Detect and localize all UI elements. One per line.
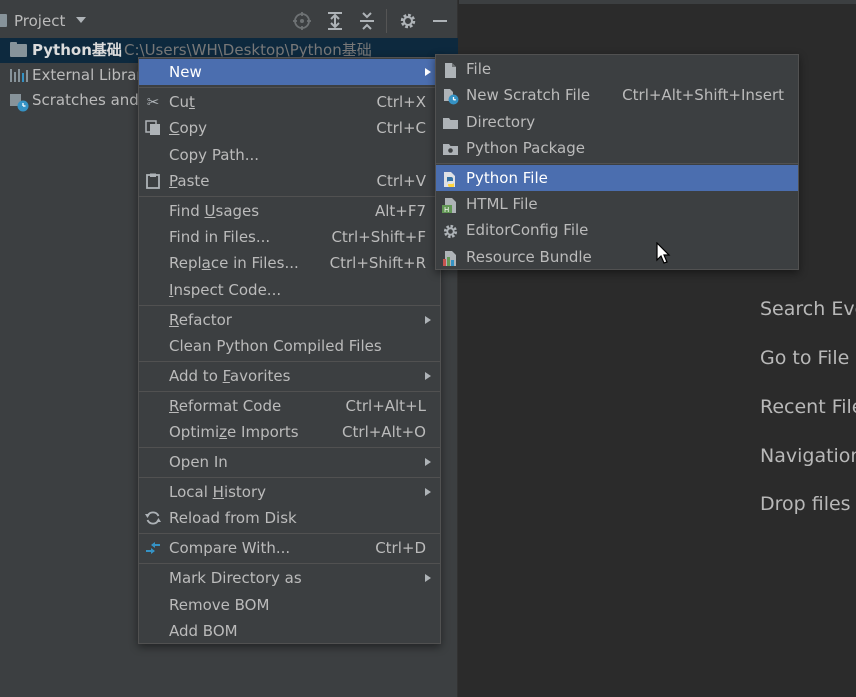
menu-item-cut[interactable]: ✂ Cut Ctrl+X xyxy=(139,89,440,115)
menu-item-local-history[interactable]: Local History xyxy=(139,479,440,505)
html-file-icon: H xyxy=(442,196,459,214)
tree-item-label: External Librari xyxy=(32,66,147,84)
project-folder-icon xyxy=(0,14,7,27)
menu-item-add-bom[interactable]: Add BOM xyxy=(139,618,440,644)
submenu-item-python-file[interactable]: Python File xyxy=(436,165,798,191)
menu-item-open-in[interactable]: Open In xyxy=(139,449,440,475)
context-menu: New ✂ Cut Ctrl+X Copy Ctrl+C Copy Path..… xyxy=(138,57,441,644)
menu-item-reformat-code[interactable]: Reformat Code Ctrl+Alt+L xyxy=(139,393,440,419)
locate-icon[interactable] xyxy=(292,11,312,31)
submenu-item-new-scratch-file[interactable]: New Scratch File Ctrl+Alt+Shift+Insert xyxy=(436,82,798,108)
submenu-arrow-icon xyxy=(425,574,431,582)
menu-item-find-usages[interactable]: Find Usages Alt+F7 xyxy=(139,198,440,224)
submenu-item-editorconfig-file[interactable]: EditorConfig File xyxy=(436,217,798,243)
menu-separator xyxy=(139,563,440,564)
menu-separator xyxy=(139,447,440,448)
menu-item-inspect-code[interactable]: Inspect Code... xyxy=(139,277,440,303)
menu-item-new[interactable]: New xyxy=(139,59,440,85)
compare-icon xyxy=(145,540,161,556)
menu-item-add-to-favorites[interactable]: Add to Favorites xyxy=(139,363,440,389)
menu-item-remove-bom[interactable]: Remove BOM xyxy=(139,592,440,618)
editor-tabs-strip xyxy=(459,0,856,4)
project-view-selector[interactable]: Project xyxy=(14,12,65,30)
menu-item-reload-from-disk[interactable]: Reload from Disk xyxy=(139,505,440,531)
menu-item-refactor[interactable]: Refactor xyxy=(139,307,440,333)
python-icon xyxy=(442,170,459,187)
expand-all-icon[interactable] xyxy=(325,11,345,31)
project-panel-header: Project xyxy=(0,5,458,39)
menu-separator xyxy=(139,391,440,392)
submenu-item-python-package[interactable]: Python Package xyxy=(436,135,798,161)
resource-bundle-icon xyxy=(442,249,459,266)
menu-separator xyxy=(436,163,798,164)
menu-item-find-in-files[interactable]: Find in Files... Ctrl+Shift+F xyxy=(139,224,440,250)
submenu-arrow-icon xyxy=(425,316,431,324)
gear-icon xyxy=(442,222,459,239)
scissors-icon: ✂ xyxy=(146,93,160,111)
hint-search-everywhere: Search Eve xyxy=(760,298,856,320)
menu-item-replace-in-files[interactable]: Replace in Files... Ctrl+Shift+R xyxy=(139,250,440,276)
clipboard-icon xyxy=(145,173,161,189)
tree-item-label: Scratches and xyxy=(32,91,139,109)
submenu-arrow-icon xyxy=(425,372,431,380)
menu-separator xyxy=(139,87,440,88)
menu-separator xyxy=(139,305,440,306)
folder-icon xyxy=(442,114,459,131)
minimize-icon[interactable] xyxy=(430,11,450,31)
menu-item-clean-python-compiled-files[interactable]: Clean Python Compiled Files xyxy=(139,333,440,359)
gear-icon[interactable] xyxy=(398,11,418,31)
scratch-file-icon xyxy=(442,87,459,105)
submenu-item-resource-bundle[interactable]: Resource Bundle xyxy=(436,244,798,270)
hint-go-to-file: Go to File xyxy=(760,347,850,369)
menu-separator xyxy=(139,477,440,478)
menu-item-mark-directory-as[interactable]: Mark Directory as xyxy=(139,565,440,591)
project-root-name: Python基础 xyxy=(32,41,122,59)
submenu-arrow-icon xyxy=(425,458,431,466)
folder-icon xyxy=(10,42,27,57)
chevron-down-icon[interactable] xyxy=(76,17,86,23)
submenu-item-directory[interactable]: Directory xyxy=(436,109,798,135)
package-icon xyxy=(442,140,459,157)
mouse-pointer-icon xyxy=(656,241,672,266)
reload-icon xyxy=(145,510,161,526)
menu-separator xyxy=(139,361,440,362)
menu-separator xyxy=(139,533,440,534)
hint-drop-files: Drop files xyxy=(760,493,851,515)
menu-item-copy-path[interactable]: Copy Path... xyxy=(139,142,440,168)
svg-text:H: H xyxy=(444,206,449,214)
submenu-arrow-icon xyxy=(425,488,431,496)
menu-separator xyxy=(139,196,440,197)
new-submenu: File New Scratch File Ctrl+Alt+Shift+Ins… xyxy=(435,54,799,270)
menu-item-copy[interactable]: Copy Ctrl+C xyxy=(139,115,440,141)
library-icon xyxy=(10,69,28,82)
menu-item-compare-with[interactable]: Compare With... Ctrl+D xyxy=(139,535,440,561)
hint-navigation-bar: Navigation xyxy=(760,445,856,467)
file-icon xyxy=(442,61,459,78)
hint-recent-files: Recent File xyxy=(760,396,856,418)
menu-item-paste[interactable]: Paste Ctrl+V xyxy=(139,168,440,194)
scratches-icon xyxy=(10,94,29,112)
toolbar-divider xyxy=(386,9,387,33)
collapse-all-icon[interactable] xyxy=(357,11,377,31)
submenu-item-html-file[interactable]: H HTML File xyxy=(436,191,798,217)
menu-item-optimize-imports[interactable]: Optimize Imports Ctrl+Alt+O xyxy=(139,419,440,445)
submenu-arrow-icon xyxy=(425,68,431,76)
submenu-item-file[interactable]: File xyxy=(436,56,798,82)
copy-icon xyxy=(145,120,161,136)
